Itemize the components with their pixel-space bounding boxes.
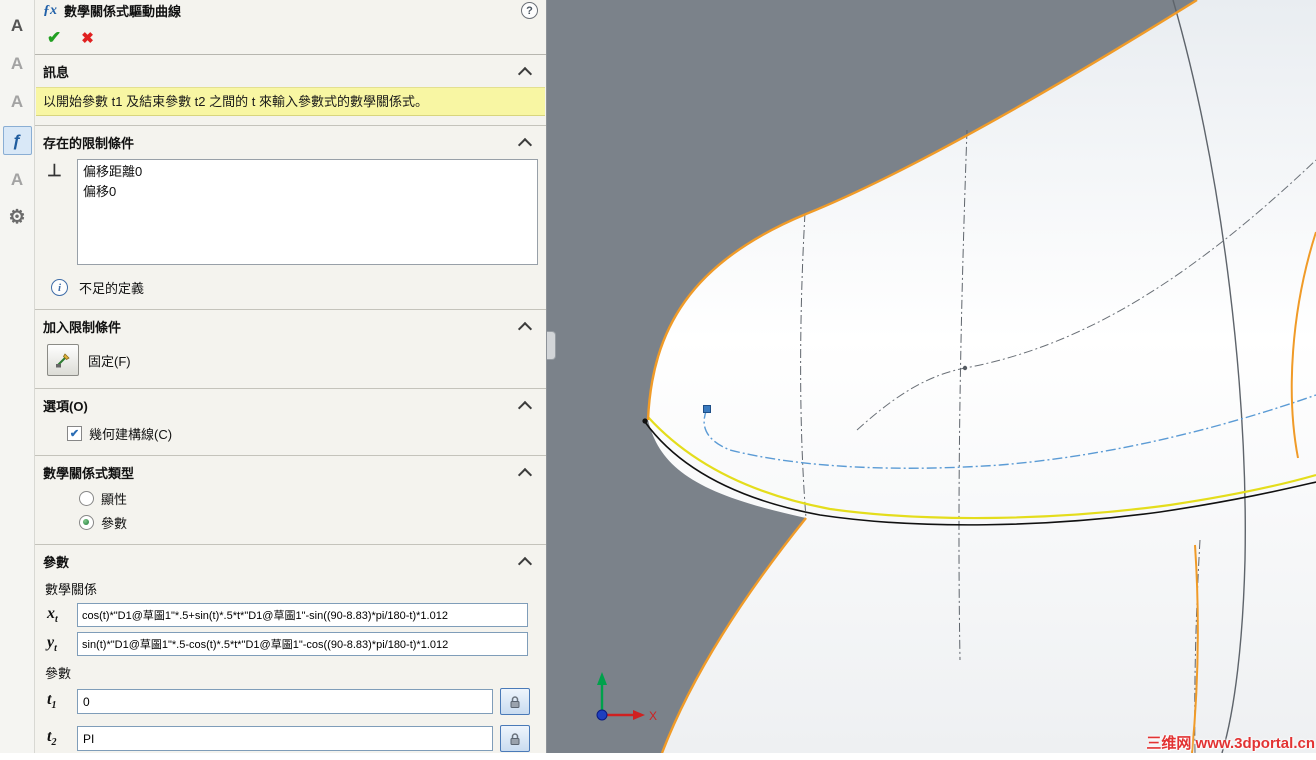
section-equation-type-title: 數學關係式類型 [43, 466, 135, 481]
collapse-chevron-icon[interactable] [517, 321, 533, 336]
annotation-frame-icon[interactable]: A [4, 166, 31, 193]
relation-item[interactable]: 偏移0 [83, 182, 532, 202]
section-parameters: 參數 數學關係 xt yt 參數 t1 [35, 545, 546, 760]
watermark-text: 三维网 www.3dportal.cn [1146, 735, 1315, 752]
panel-title-bar: ƒx 數學關係式驅動曲線 ? [35, 0, 546, 21]
t1-input[interactable] [77, 689, 493, 714]
info-icon: i [51, 279, 68, 296]
section-add-relations-title: 加入限制條件 [43, 320, 122, 335]
perpendicular-relation-icon: ⊥ [47, 161, 62, 180]
x-equation-label: xt [47, 604, 58, 626]
section-equation-type: 數學關係式類型 顯性 參數 [35, 456, 546, 545]
section-equation-type-header[interactable]: 數學關係式類型 [35, 456, 546, 487]
construction-geometry-label: 幾何建構線(C) [89, 427, 173, 442]
x-equation-input[interactable] [77, 603, 528, 627]
help-icon[interactable]: ? [521, 2, 538, 19]
section-existing-relations-header[interactable]: 存在的限制條件 [35, 126, 546, 157]
equation-fx-icon: ƒx [43, 2, 57, 18]
section-message-header[interactable]: 訊息 [35, 55, 546, 86]
section-message-title: 訊息 [43, 65, 70, 80]
z-axis-dot [596, 709, 608, 721]
equation-curve-tool-icon[interactable]: ƒ [2, 126, 32, 155]
explicit-radio-label: 顯性 [101, 492, 128, 507]
curve-endpoint[interactable] [642, 418, 648, 424]
t2-label: t2 [47, 728, 57, 749]
definition-status-text: 不足的定義 [79, 281, 145, 296]
collapse-chevron-icon[interactable] [517, 66, 533, 81]
graphics-viewport[interactable]: X 三维网 www.3dportal.cn [547, 0, 1316, 753]
parametric-radio-label: 參數 [101, 516, 128, 531]
section-parameters-header[interactable]: 參數 [35, 545, 546, 576]
section-add-relations-header[interactable]: 加入限制條件 [35, 310, 546, 341]
parametric-radio[interactable] [79, 515, 94, 530]
y-equation-input[interactable] [77, 632, 528, 656]
section-options: 選項(O) ✔ 幾何建構線(C) [35, 389, 546, 456]
sketch-point-handle[interactable] [703, 405, 711, 413]
panel-title: 數學關係式驅動曲線 [64, 4, 182, 19]
padlock-icon [510, 732, 520, 745]
left-toolbar: A A A ƒ A ⚙ [0, 0, 35, 753]
ok-cancel-bar: ✔ ✖ [35, 21, 546, 55]
t1-label: t1 [47, 691, 57, 712]
panel-splitter-handle[interactable] [547, 331, 556, 360]
explicit-radio[interactable] [79, 491, 94, 506]
parameter-group-label: 參數 [45, 666, 72, 681]
y-equation-label: yt [47, 633, 57, 655]
t2-input[interactable] [77, 726, 493, 751]
section-existing-relations-title: 存在的限制條件 [43, 136, 135, 151]
annotation-text-disabled-icon[interactable]: A [4, 88, 31, 115]
annotation-note-icon[interactable]: A [4, 12, 31, 39]
property-manager: ƒx 數學關係式驅動曲線 ? ✔ ✖ 訊息 以開始參數 t1 及結束參數 t2 … [35, 0, 547, 753]
message-text: 以開始參數 t1 及結束參數 t2 之間的 t 來輸入參數式的數學關係式。 [36, 87, 545, 116]
collapse-chevron-icon[interactable] [517, 467, 533, 482]
cancel-button[interactable]: ✖ [81, 29, 94, 47]
gear-tool-icon[interactable]: ⚙ [4, 204, 31, 231]
section-parameters-title: 參數 [43, 555, 70, 570]
section-message: 訊息 以開始參數 t1 及結束參數 t2 之間的 t 來輸入參數式的數學關係式。 [35, 55, 546, 126]
collapse-chevron-icon[interactable] [517, 400, 533, 415]
construction-vertex-point[interactable] [962, 365, 968, 371]
construction-geometry-checkbox[interactable]: ✔ [67, 426, 82, 441]
x-axis-label: X [649, 709, 657, 723]
annotation-text-icon[interactable]: A [4, 50, 31, 77]
viewport-canvas[interactable]: X [547, 0, 1316, 753]
relations-listbox[interactable]: 偏移距離0 偏移0 [77, 159, 538, 265]
fixed-label: 固定(F) [88, 353, 131, 369]
collapse-chevron-icon[interactable] [517, 137, 533, 152]
collapse-chevron-icon[interactable] [517, 556, 533, 571]
section-existing-relations: 存在的限制條件 ⊥ 偏移距離0 偏移0 i 不足的定義 [35, 126, 546, 310]
section-options-header[interactable]: 選項(O) [35, 389, 546, 420]
relation-item[interactable]: 偏移距離0 [83, 162, 532, 182]
padlock-icon [510, 695, 520, 708]
ok-button[interactable]: ✔ [47, 28, 61, 48]
t2-lock-button[interactable] [500, 725, 530, 752]
t1-lock-button[interactable] [500, 688, 530, 715]
section-add-relations: 加入限制條件 固定(F) [35, 310, 546, 389]
solidworks-window: A A A ƒ A ⚙ ƒx 數學關係式驅動曲線 ? ✔ ✖ 訊息 以開始參數 … [0, 0, 1316, 753]
fix-relation-icon [56, 353, 70, 368]
equation-group-label: 數學關係 [45, 582, 98, 597]
section-options-title: 選項(O) [43, 399, 88, 414]
fix-relation-button[interactable] [47, 344, 79, 376]
